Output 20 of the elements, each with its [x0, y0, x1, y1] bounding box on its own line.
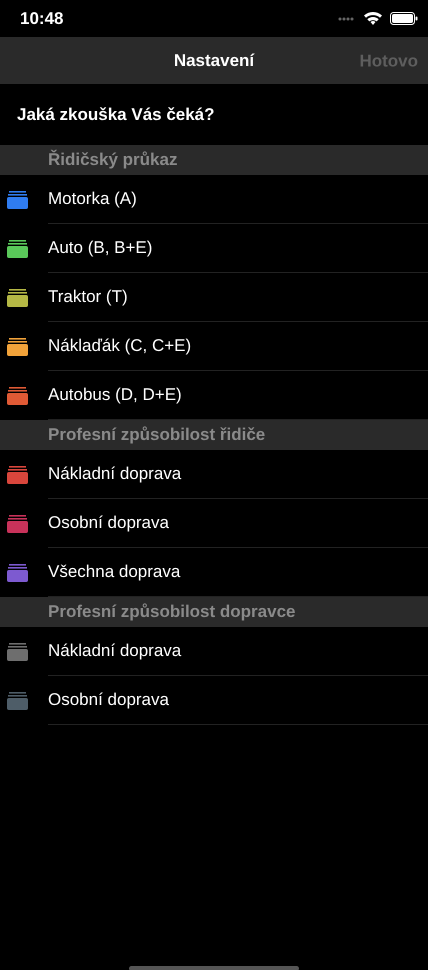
- section-header: Profesní způsobilost řidiče: [0, 420, 428, 450]
- list-item[interactable]: Všechna doprava: [48, 559, 180, 585]
- list-item[interactable]: Motorka (A): [48, 186, 137, 212]
- question-heading: Jaká zkouška Vás čeká?: [17, 104, 215, 126]
- list-item[interactable]: Traktor (T): [48, 284, 128, 310]
- list-item[interactable]: Osobní doprava: [48, 687, 169, 713]
- list-item[interactable]: Osobní doprava: [48, 510, 169, 536]
- section-header: Profesní způsobilost dopravce: [0, 597, 428, 627]
- status-time: 10:48: [20, 8, 64, 30]
- list-item[interactable]: Auto (B, B+E): [48, 235, 152, 261]
- list-item[interactable]: Autobus (D, D+E): [48, 382, 182, 408]
- home-indicator[interactable]: [129, 966, 299, 970]
- nav-title: Nastavení: [174, 50, 254, 72]
- section-header: Řidičský průkaz: [0, 145, 428, 175]
- signal-icon: [338, 16, 356, 20]
- list-item[interactable]: Nákladní doprava: [48, 638, 182, 664]
- battery-icon: [390, 12, 418, 25]
- wifi-icon: [364, 12, 382, 25]
- list-item[interactable]: Nákladní doprava: [48, 461, 182, 487]
- list-item[interactable]: Náklaďák (C, C+E): [48, 333, 192, 359]
